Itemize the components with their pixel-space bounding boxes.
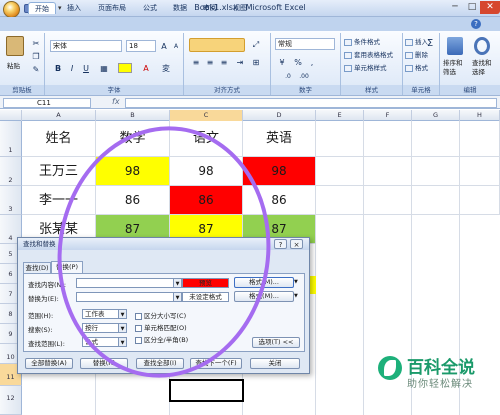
watermark-logo-icon [378,356,402,380]
watermark-subtitle: 助你轻松解决 [407,379,473,390]
